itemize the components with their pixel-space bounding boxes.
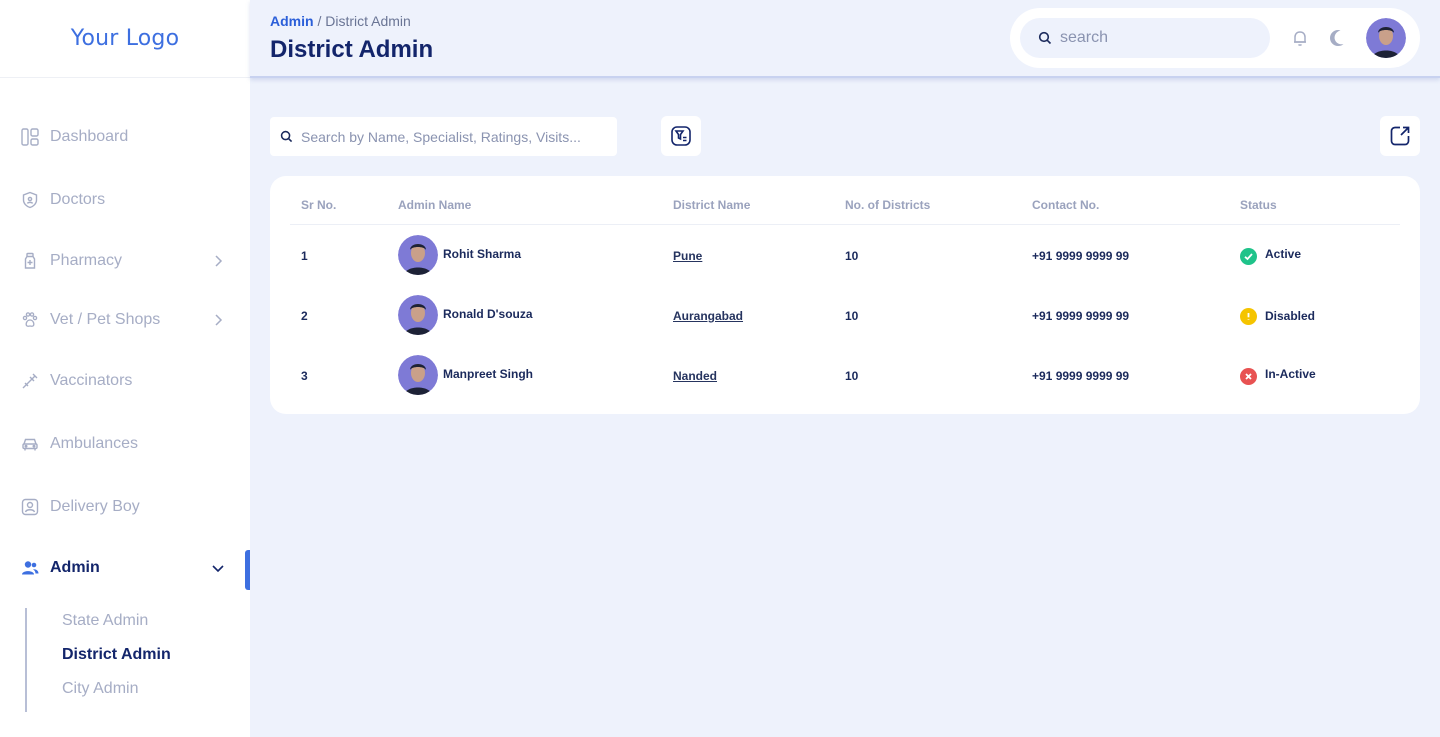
breadcrumb: Admin / District Admin [270, 13, 411, 29]
sidebar: Your Logo Dashboard Doctors Pharmacy Vet… [0, 0, 250, 737]
cell-no-of-districts: 10 [845, 369, 859, 383]
avatar [398, 235, 438, 275]
sidebar-item-doctors[interactable]: Doctors [0, 180, 250, 220]
sidebar-item-dashboard[interactable]: Dashboard [0, 117, 250, 157]
export-button[interactable] [1380, 116, 1420, 156]
shield-icon [20, 190, 40, 210]
cell-admin-name: Rohit Sharma [443, 247, 522, 261]
table-row[interactable]: 3 Manpreet Singh Nanded 10 +91 9999 9999… [270, 346, 1420, 406]
cell-sr-no: 1 [301, 249, 308, 263]
logo[interactable]: Your Logo [0, 0, 250, 78]
active-indicator [245, 550, 250, 590]
cell-contact: +91 9999 9999 99 [1032, 309, 1130, 323]
sidebar-subitem-district-admin[interactable]: District Admin [62, 646, 171, 664]
filter-icon [671, 126, 691, 146]
sidebar-item-label: Dashboard [50, 128, 129, 145]
external-link-icon [1390, 126, 1410, 146]
header-search [1020, 18, 1270, 58]
column-header-no-of-districts[interactable]: No. of Districts [845, 198, 930, 212]
sidebar-item-label: Admin [50, 559, 100, 576]
cell-contact: +91 9999 9999 99 [1032, 249, 1130, 263]
status-badge: In-Active [1265, 367, 1316, 381]
car-icon [20, 434, 40, 454]
cell-sr-no: 2 [301, 309, 308, 323]
search-icon [1038, 31, 1052, 45]
sidebar-subitem-city-admin[interactable]: City Admin [62, 680, 138, 698]
sidebar-item-label: Doctors [50, 191, 106, 208]
avatar [398, 355, 438, 395]
avatar[interactable] [1366, 18, 1406, 58]
syringe-icon [20, 371, 40, 391]
breadcrumb-root[interactable]: Admin [270, 13, 314, 29]
warning-circle-icon [1240, 308, 1257, 325]
header: Admin / District Admin District Admin [250, 0, 1440, 78]
chevron-down-icon [212, 565, 224, 573]
cell-district-link[interactable]: Aurangabad [673, 309, 743, 323]
header-divider [290, 224, 1400, 225]
sidebar-item-label: Delivery Boy [50, 498, 140, 515]
sidebar-subitem-state-admin[interactable]: State Admin [62, 612, 148, 630]
table-row[interactable]: 1 Rohit Sharma Pune 10 +91 9999 9999 99 … [270, 226, 1420, 286]
users-icon [20, 558, 40, 578]
page-title: District Admin [270, 36, 434, 63]
chevron-right-icon [215, 255, 223, 267]
sidebar-item-label: Vet / Pet Shops [50, 311, 161, 328]
search-icon [280, 130, 293, 143]
column-header-contact-no[interactable]: Contact No. [1032, 198, 1099, 212]
sidebar-item-label: Ambulances [50, 435, 139, 452]
cell-no-of-districts: 10 [845, 309, 859, 323]
header-actions [1010, 8, 1420, 68]
sidebar-item-vet-pet-shops[interactable]: Vet / Pet Shops [0, 300, 250, 340]
status-badge: Active [1265, 247, 1302, 261]
column-header-district-name[interactable]: District Name [673, 198, 750, 212]
check-circle-icon [1240, 248, 1257, 265]
sidebar-item-label: Pharmacy [50, 252, 123, 269]
cell-no-of-districts: 10 [845, 249, 859, 263]
column-header-status[interactable]: Status [1240, 198, 1277, 212]
dashboard-icon [20, 127, 40, 147]
filter-button[interactable] [661, 116, 701, 156]
table-search [270, 117, 617, 156]
sidebar-item-label: Vaccinators [50, 372, 133, 389]
sidebar-item-ambulances[interactable]: Ambulances [0, 424, 250, 464]
sidebar-item-admin[interactable]: Admin [0, 548, 250, 588]
breadcrumb-current: District Admin [325, 13, 411, 29]
logo-text: Your Logo [70, 26, 180, 51]
sidebar-item-delivery-boy[interactable]: Delivery Boy [0, 487, 250, 527]
submenu-line [25, 608, 27, 712]
admin-table: Sr No. Admin Name District Name No. of D… [270, 176, 1420, 414]
status-badge: Disabled [1265, 309, 1316, 323]
breadcrumb-separator: / [317, 13, 322, 29]
x-circle-icon [1240, 368, 1257, 385]
cell-admin-name: Ronald D'souza [443, 307, 533, 321]
cell-contact: +91 9999 9999 99 [1032, 369, 1130, 383]
bell-icon[interactable] [1290, 28, 1310, 48]
sidebar-item-vaccinators[interactable]: Vaccinators [0, 361, 250, 401]
column-header-sr-no[interactable]: Sr No. [301, 198, 336, 212]
column-header-admin-name[interactable]: Admin Name [398, 198, 471, 212]
cell-admin-name: Manpreet Singh [443, 367, 534, 381]
cell-district-link[interactable]: Nanded [673, 369, 717, 383]
table-search-input[interactable] [301, 128, 601, 145]
table-row[interactable]: 2 Ronald D'souza Aurangabad 10 +91 9999 … [270, 286, 1420, 346]
cell-district-link[interactable]: Pune [673, 249, 702, 263]
user-badge-icon [20, 497, 40, 517]
bottle-icon [20, 251, 40, 271]
paw-icon [20, 310, 40, 330]
avatar [398, 295, 438, 335]
sidebar-item-pharmacy[interactable]: Pharmacy [0, 241, 250, 281]
cell-sr-no: 3 [301, 369, 308, 383]
header-search-input[interactable] [1060, 29, 1260, 47]
chevron-right-icon [215, 314, 223, 326]
moon-icon[interactable] [1328, 28, 1348, 48]
